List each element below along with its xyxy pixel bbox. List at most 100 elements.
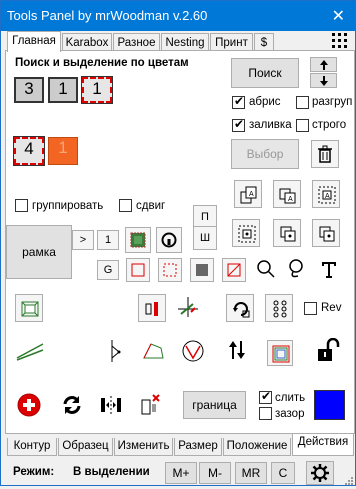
lasso2-button[interactable] (286, 258, 310, 282)
zalivka-label: заливка (249, 119, 292, 131)
zalivka-checkbox[interactable] (232, 117, 245, 132)
delete-copy-button[interactable] (138, 392, 166, 420)
app-window: Tools Panel by mrWoodman v.2.60 ✕ Главна… (0, 0, 356, 486)
delete-button[interactable] (311, 140, 339, 168)
gauge-icon (161, 232, 177, 248)
abris-checkbox[interactable] (232, 94, 245, 109)
shift-checkbox[interactable] (119, 199, 132, 212)
m-plus-button[interactable]: M+ (165, 462, 197, 484)
fit-frame-button[interactable] (15, 294, 43, 322)
strogo-checkbox[interactable] (296, 119, 309, 132)
no-fill-button[interactable] (222, 258, 246, 282)
gear-icon (311, 464, 329, 482)
axis-button[interactable] (175, 294, 203, 322)
tab-kontur[interactable]: Контур (7, 438, 57, 456)
layers-button[interactable] (267, 340, 293, 366)
line-tool-button[interactable] (15, 338, 47, 366)
group-checkbox[interactable] (15, 199, 28, 212)
count-button-3[interactable]: 3 (14, 77, 44, 103)
dashed-square-icon (163, 263, 177, 277)
center-icon (238, 225, 256, 243)
dashed-square-button[interactable] (158, 258, 182, 282)
razgrup-label: разгруп (312, 96, 353, 108)
rotate-copy-button[interactable] (226, 294, 254, 322)
trash-icon (318, 145, 332, 163)
down-arrow-button[interactable] (310, 73, 337, 88)
up-arrow-button[interactable] (310, 57, 337, 72)
dots-grid-button[interactable] (265, 294, 293, 322)
gray-square-icon (196, 264, 208, 276)
search-button[interactable]: Поиск (231, 58, 299, 88)
orange-box-button[interactable]: 1 (48, 137, 78, 165)
circle-slash-button[interactable] (180, 338, 208, 366)
tab-izmenit[interactable]: Изменить (114, 438, 173, 456)
m-minus-button[interactable]: M- (199, 462, 231, 484)
count-button-1[interactable]: 1 (48, 77, 78, 103)
mirror-icon (101, 396, 121, 414)
lasso-icon (257, 260, 275, 278)
text-dotted-button[interactable]: A (312, 180, 340, 208)
mode-value: В выделении (73, 466, 150, 478)
distribute-left-button[interactable] (138, 294, 166, 322)
refresh-button[interactable] (59, 392, 87, 420)
tab-obrazec[interactable]: Образец (58, 438, 113, 456)
text-dotted-icon: A (318, 186, 336, 204)
add-button[interactable] (16, 392, 44, 420)
lasso2-icon (289, 259, 303, 278)
paste-frame2-button[interactable] (312, 219, 340, 247)
gt-button[interactable]: > (72, 230, 94, 250)
svg-text:A: A (249, 191, 254, 198)
red-square-button[interactable] (126, 258, 150, 282)
settings-button[interactable] (306, 461, 334, 485)
unlock-button[interactable] (315, 337, 343, 366)
gauge-button[interactable] (156, 227, 182, 253)
slit-checkbox[interactable] (259, 389, 272, 404)
border-button[interactable]: граница (183, 391, 246, 419)
copy-text-up-button[interactable]: A (234, 180, 262, 208)
text-frame-button[interactable]: A (273, 180, 301, 208)
color-swatch[interactable] (314, 390, 345, 420)
dots-grid-icon (273, 300, 287, 318)
tab-glavnaya[interactable]: Главная (7, 31, 61, 52)
node-button[interactable] (104, 338, 132, 366)
mr-button[interactable]: MR (235, 462, 267, 484)
layers-icon (272, 345, 290, 363)
close-icon[interactable]: ✕ (332, 6, 345, 26)
svg-text:A: A (325, 193, 330, 200)
text-frame-icon: A (279, 188, 296, 204)
text-tool-button[interactable] (318, 258, 342, 282)
delete-copy-icon (141, 394, 160, 415)
resize-grip-icon[interactable] (344, 475, 354, 485)
g-button[interactable]: G (97, 260, 119, 280)
box-4-button[interactable]: 4 (13, 136, 45, 166)
lasso-button[interactable] (255, 258, 279, 282)
rev-checkbox[interactable] (304, 302, 317, 315)
grid-menu-icon[interactable] (330, 32, 352, 52)
tab-razmer[interactable]: Размер (174, 438, 222, 456)
select-button[interactable]: Выбор (231, 139, 299, 169)
swap-vertical-button[interactable] (225, 338, 253, 366)
add-circle-icon (17, 393, 41, 417)
paste-frame-button[interactable] (273, 219, 301, 247)
circle-slash-icon (182, 340, 204, 362)
shift-label: сдвиг (136, 200, 166, 212)
sh-button[interactable]: Ш (193, 226, 217, 250)
center-dots-button[interactable] (232, 219, 260, 247)
razgrup-checkbox[interactable] (296, 96, 309, 109)
fit-frame-icon (21, 301, 39, 317)
search-heading: Поиск и выделение по цветам (15, 57, 189, 69)
rev-label: Rev (321, 302, 342, 314)
one-button[interactable]: 1 (97, 230, 119, 250)
gray-square-button[interactable] (190, 258, 214, 282)
pattern-button[interactable] (125, 227, 151, 253)
mirror-button[interactable] (98, 392, 126, 420)
shape-edit-button[interactable] (141, 338, 169, 366)
text-tool-icon (322, 262, 336, 278)
lines-icon (16, 343, 44, 361)
zazor-checkbox[interactable] (259, 407, 272, 420)
c-button[interactable]: C (271, 462, 295, 484)
tab-deystviya[interactable]: Действия (292, 434, 354, 456)
frame-button[interactable]: рамка (6, 225, 72, 279)
tab-polozhenie[interactable]: Положение (223, 438, 291, 456)
count-button-dashed[interactable]: 1 (81, 76, 113, 104)
